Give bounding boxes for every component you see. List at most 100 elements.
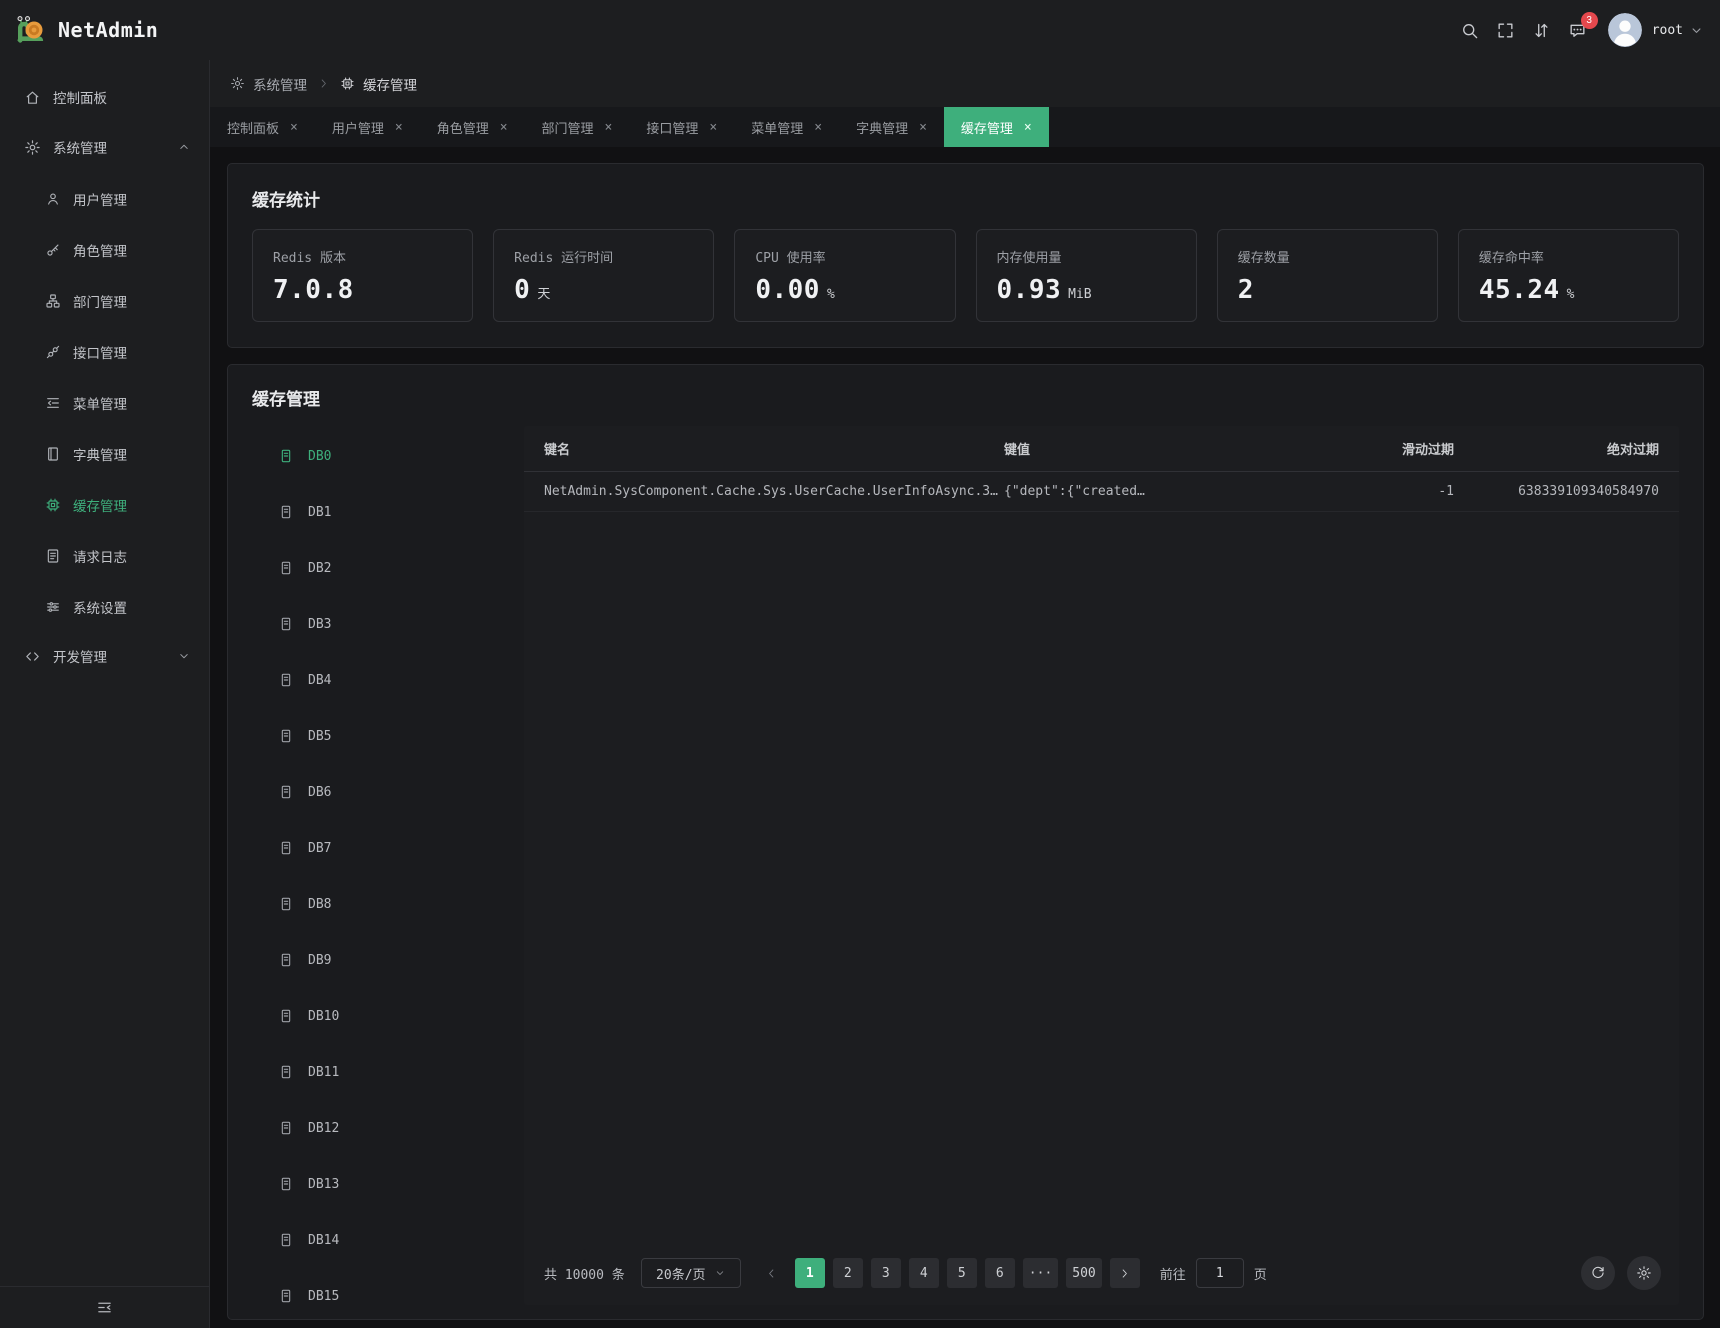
table-cell: NetAdmin.SysComponent.Cache.Sys.UserCach… <box>544 484 1004 499</box>
close-icon[interactable]: × <box>1024 121 1032 134</box>
user-menu[interactable]: root <box>1596 13 1704 47</box>
close-icon[interactable]: × <box>395 121 403 134</box>
sidebar-item-部门管理[interactable]: 部门管理 <box>0 279 209 323</box>
close-icon[interactable]: × <box>919 121 927 134</box>
table-row[interactable]: NetAdmin.SysComponent.Cache.Sys.UserCach… <box>524 472 1679 512</box>
goto-page-input[interactable] <box>1196 1258 1244 1288</box>
db-item-DB5[interactable]: DB5 <box>252 716 502 756</box>
sidebar-item-系统管理[interactable]: 系统管理 <box>0 124 209 170</box>
db-icon <box>278 1120 294 1136</box>
close-icon[interactable]: × <box>709 121 717 134</box>
db-item-DB6[interactable]: DB6 <box>252 772 502 812</box>
page-button-1[interactable]: 1 <box>795 1258 825 1288</box>
db-item-DB13[interactable]: DB13 <box>252 1164 502 1204</box>
chevron-down-icon <box>714 1267 726 1279</box>
sidebar-item-用户管理[interactable]: 用户管理 <box>0 177 209 221</box>
db-item-DB3[interactable]: DB3 <box>252 604 502 644</box>
tab-用户管理[interactable]: 用户管理 × <box>315 107 420 147</box>
db-label: DB14 <box>308 1233 339 1248</box>
db-item-DB8[interactable]: DB8 <box>252 884 502 924</box>
page-button-3[interactable]: 3 <box>871 1258 901 1288</box>
db-item-DB15[interactable]: DB15 <box>252 1276 502 1305</box>
page-size-select[interactable]: 20条/页 <box>641 1258 741 1288</box>
sidebar-item-角色管理[interactable]: 角色管理 <box>0 228 209 272</box>
switch-vertical-button[interactable] <box>1524 12 1560 48</box>
db-item-DB2[interactable]: DB2 <box>252 548 502 588</box>
sidebar-item-系统设置[interactable]: 系统设置 <box>0 585 209 629</box>
table-settings-button[interactable] <box>1627 1256 1661 1290</box>
tab-字典管理[interactable]: 字典管理 × <box>839 107 944 147</box>
notification-badge: 3 <box>1581 12 1598 29</box>
cpu-icon <box>340 76 355 91</box>
close-icon[interactable]: × <box>605 121 613 134</box>
sidebar-item-字典管理[interactable]: 字典管理 <box>0 432 209 476</box>
table-header-row: 键名键值滑动过期绝对过期 <box>524 426 1679 472</box>
avatar[interactable] <box>1608 13 1642 47</box>
page-button-2[interactable]: 2 <box>833 1258 863 1288</box>
db-label: DB15 <box>308 1289 339 1304</box>
sidebar-item-label: 开发管理 <box>53 646 107 666</box>
sidebar-item-开发管理[interactable]: 开发管理 <box>0 633 209 679</box>
db-icon <box>278 504 294 520</box>
db-item-DB14[interactable]: DB14 <box>252 1220 502 1260</box>
db-item-DB7[interactable]: DB7 <box>252 828 502 868</box>
tab-label: 部门管理 <box>542 118 594 137</box>
db-item-DB1[interactable]: DB1 <box>252 492 502 532</box>
tab-接口管理[interactable]: 接口管理 × <box>629 107 734 147</box>
db-label: DB5 <box>308 729 331 744</box>
db-item-DB12[interactable]: DB12 <box>252 1108 502 1148</box>
stat-label: Redis 运行时间 <box>514 247 693 266</box>
close-icon[interactable]: × <box>500 121 508 134</box>
db-icon <box>278 896 294 912</box>
sidebar: 控制面板 系统管理 用户管理 角色管理 部门管理 接口管理 菜单管理 字典管理 … <box>0 60 210 1328</box>
breadcrumb-item-系统管理[interactable]: 系统管理 <box>230 74 307 94</box>
menu-fold-icon <box>96 1299 113 1316</box>
close-icon[interactable]: × <box>290 121 298 134</box>
breadcrumb: 系统管理 缓存管理 <box>210 60 1720 107</box>
table-body: NetAdmin.SysComponent.Cache.Sys.UserCach… <box>524 472 1679 512</box>
db-item-DB9[interactable]: DB9 <box>252 940 502 980</box>
page-button-···[interactable]: ··· <box>1023 1258 1058 1288</box>
db-icon <box>278 784 294 800</box>
stat-label: CPU 使用率 <box>755 247 934 266</box>
table-cell: {"dept":{"created… <box>1004 484 1304 499</box>
sidebar-item-菜单管理[interactable]: 菜单管理 <box>0 381 209 425</box>
search-button[interactable] <box>1452 12 1488 48</box>
search-icon <box>1460 21 1479 40</box>
sidebar-item-控制面板[interactable]: 控制面板 <box>0 74 209 120</box>
tab-角色管理[interactable]: 角色管理 × <box>420 107 525 147</box>
gear-icon <box>230 76 245 91</box>
message-button[interactable]: 3 <box>1560 12 1596 48</box>
sidebar-item-接口管理[interactable]: 接口管理 <box>0 330 209 374</box>
tab-缓存管理[interactable]: 缓存管理 × <box>944 107 1049 147</box>
sidebar-item-缓存管理[interactable]: 缓存管理 <box>0 483 209 527</box>
switch-vertical-icon <box>1532 21 1551 40</box>
prev-page-button[interactable] <box>757 1258 787 1288</box>
refresh-button[interactable] <box>1581 1256 1615 1290</box>
db-item-DB0[interactable]: DB0 <box>252 436 502 476</box>
tab-label: 用户管理 <box>332 118 384 137</box>
db-icon <box>278 952 294 968</box>
close-icon[interactable]: × <box>814 121 822 134</box>
fullscreen-button[interactable] <box>1488 12 1524 48</box>
tab-部门管理[interactable]: 部门管理 × <box>525 107 630 147</box>
page-button-5[interactable]: 5 <box>947 1258 977 1288</box>
page-button-500[interactable]: 500 <box>1066 1258 1101 1288</box>
page-button-6[interactable]: 6 <box>985 1258 1015 1288</box>
db-item-DB4[interactable]: DB4 <box>252 660 502 700</box>
tab-控制面板[interactable]: 控制面板 × <box>210 107 315 147</box>
sidebar-item-label: 请求日志 <box>73 546 127 566</box>
db-item-DB11[interactable]: DB11 <box>252 1052 502 1092</box>
breadcrumb-item-缓存管理[interactable]: 缓存管理 <box>340 74 417 94</box>
stat-value: 0.93 <box>997 275 1062 305</box>
page-button-4[interactable]: 4 <box>909 1258 939 1288</box>
next-page-button[interactable] <box>1110 1258 1140 1288</box>
db-label: DB0 <box>308 449 331 464</box>
db-item-DB10[interactable]: DB10 <box>252 996 502 1036</box>
breadcrumb-label: 缓存管理 <box>363 74 417 94</box>
tab-菜单管理[interactable]: 菜单管理 × <box>734 107 839 147</box>
sidebar-item-请求日志[interactable]: 请求日志 <box>0 534 209 578</box>
stat-card: Redis 运行时间 0 天 <box>493 229 714 322</box>
sidebar-collapse-button[interactable] <box>0 1286 209 1328</box>
sidebar-item-label: 字典管理 <box>73 444 127 464</box>
